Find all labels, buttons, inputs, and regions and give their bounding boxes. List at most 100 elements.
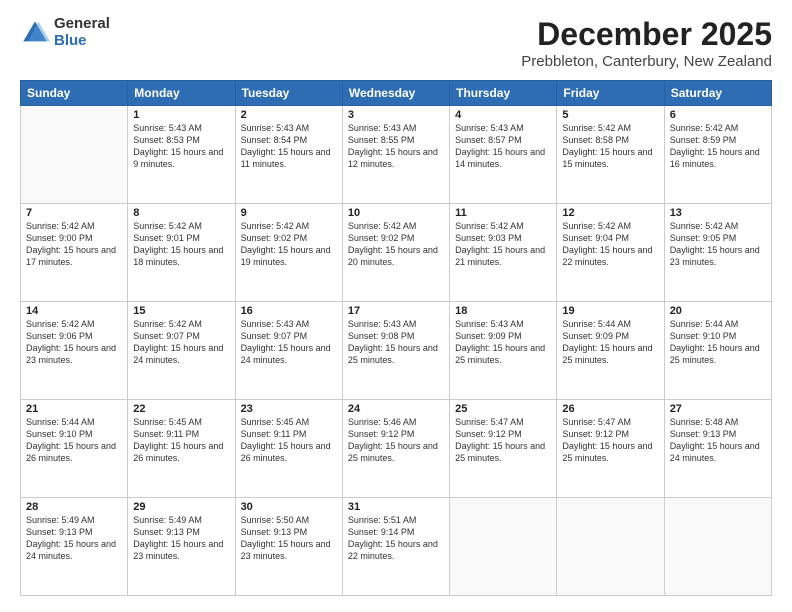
calendar-cell: 16Sunrise: 5:43 AM Sunset: 9:07 PM Dayli… — [235, 302, 342, 400]
cell-info: Sunrise: 5:49 AM Sunset: 9:13 PM Dayligh… — [133, 514, 229, 563]
day-number: 23 — [241, 403, 337, 415]
day-number: 31 — [348, 501, 444, 513]
cell-info: Sunrise: 5:45 AM Sunset: 9:11 PM Dayligh… — [241, 416, 337, 465]
day-number: 29 — [133, 501, 229, 513]
weekday-header-row: Sunday Monday Tuesday Wednesday Thursday… — [21, 81, 772, 106]
cell-info: Sunrise: 5:46 AM Sunset: 9:12 PM Dayligh… — [348, 416, 444, 465]
cell-info: Sunrise: 5:42 AM Sunset: 9:00 PM Dayligh… — [26, 220, 122, 269]
day-number: 22 — [133, 403, 229, 415]
cell-info: Sunrise: 5:44 AM Sunset: 9:09 PM Dayligh… — [562, 318, 658, 367]
calendar-week-row: 28Sunrise: 5:49 AM Sunset: 9:13 PM Dayli… — [21, 498, 772, 596]
day-number: 2 — [241, 109, 337, 121]
day-number: 28 — [26, 501, 122, 513]
location: Prebbleton, Canterbury, New Zealand — [521, 53, 772, 70]
calendar-table: Sunday Monday Tuesday Wednesday Thursday… — [20, 80, 772, 596]
header-monday: Monday — [128, 81, 235, 106]
cell-info: Sunrise: 5:42 AM Sunset: 9:05 PM Dayligh… — [670, 220, 766, 269]
calendar-cell: 13Sunrise: 5:42 AM Sunset: 9:05 PM Dayli… — [664, 204, 771, 302]
title-block: December 2025 Prebbleton, Canterbury, Ne… — [521, 16, 772, 70]
day-number: 9 — [241, 207, 337, 219]
cell-info: Sunrise: 5:43 AM Sunset: 8:55 PM Dayligh… — [348, 122, 444, 171]
month-title: December 2025 — [521, 16, 772, 53]
cell-info: Sunrise: 5:48 AM Sunset: 9:13 PM Dayligh… — [670, 416, 766, 465]
logo-text: General Blue — [54, 16, 110, 49]
calendar-cell: 12Sunrise: 5:42 AM Sunset: 9:04 PM Dayli… — [557, 204, 664, 302]
cell-info: Sunrise: 5:43 AM Sunset: 8:54 PM Dayligh… — [241, 122, 337, 171]
header-friday: Friday — [557, 81, 664, 106]
day-number: 8 — [133, 207, 229, 219]
calendar-cell: 27Sunrise: 5:48 AM Sunset: 9:13 PM Dayli… — [664, 400, 771, 498]
calendar-cell: 24Sunrise: 5:46 AM Sunset: 9:12 PM Dayli… — [342, 400, 449, 498]
cell-info: Sunrise: 5:43 AM Sunset: 9:07 PM Dayligh… — [241, 318, 337, 367]
cell-info: Sunrise: 5:43 AM Sunset: 9:08 PM Dayligh… — [348, 318, 444, 367]
calendar-cell: 11Sunrise: 5:42 AM Sunset: 9:03 PM Dayli… — [450, 204, 557, 302]
calendar-cell: 18Sunrise: 5:43 AM Sunset: 9:09 PM Dayli… — [450, 302, 557, 400]
cell-info: Sunrise: 5:42 AM Sunset: 9:07 PM Dayligh… — [133, 318, 229, 367]
calendar-cell: 15Sunrise: 5:42 AM Sunset: 9:07 PM Dayli… — [128, 302, 235, 400]
cell-info: Sunrise: 5:49 AM Sunset: 9:13 PM Dayligh… — [26, 514, 122, 563]
day-number: 6 — [670, 109, 766, 121]
calendar-cell: 10Sunrise: 5:42 AM Sunset: 9:02 PM Dayli… — [342, 204, 449, 302]
calendar-cell: 5Sunrise: 5:42 AM Sunset: 8:58 PM Daylig… — [557, 106, 664, 204]
day-number: 20 — [670, 305, 766, 317]
day-number: 1 — [133, 109, 229, 121]
calendar-cell: 21Sunrise: 5:44 AM Sunset: 9:10 PM Dayli… — [21, 400, 128, 498]
cell-info: Sunrise: 5:51 AM Sunset: 9:14 PM Dayligh… — [348, 514, 444, 563]
calendar-cell: 8Sunrise: 5:42 AM Sunset: 9:01 PM Daylig… — [128, 204, 235, 302]
calendar-cell — [450, 498, 557, 596]
day-number: 24 — [348, 403, 444, 415]
cell-info: Sunrise: 5:42 AM Sunset: 9:02 PM Dayligh… — [241, 220, 337, 269]
calendar-cell: 22Sunrise: 5:45 AM Sunset: 9:11 PM Dayli… — [128, 400, 235, 498]
day-number: 25 — [455, 403, 551, 415]
day-number: 13 — [670, 207, 766, 219]
day-number: 17 — [348, 305, 444, 317]
cell-info: Sunrise: 5:43 AM Sunset: 8:57 PM Dayligh… — [455, 122, 551, 171]
cell-info: Sunrise: 5:42 AM Sunset: 9:02 PM Dayligh… — [348, 220, 444, 269]
day-number: 21 — [26, 403, 122, 415]
calendar-cell: 9Sunrise: 5:42 AM Sunset: 9:02 PM Daylig… — [235, 204, 342, 302]
logo-icon — [20, 18, 50, 48]
calendar-week-row: 14Sunrise: 5:42 AM Sunset: 9:06 PM Dayli… — [21, 302, 772, 400]
calendar-cell: 20Sunrise: 5:44 AM Sunset: 9:10 PM Dayli… — [664, 302, 771, 400]
calendar-cell — [21, 106, 128, 204]
day-number: 10 — [348, 207, 444, 219]
calendar-cell: 19Sunrise: 5:44 AM Sunset: 9:09 PM Dayli… — [557, 302, 664, 400]
cell-info: Sunrise: 5:44 AM Sunset: 9:10 PM Dayligh… — [670, 318, 766, 367]
day-number: 12 — [562, 207, 658, 219]
day-number: 19 — [562, 305, 658, 317]
header: General Blue December 2025 Prebbleton, C… — [20, 16, 772, 70]
cell-info: Sunrise: 5:42 AM Sunset: 9:04 PM Dayligh… — [562, 220, 658, 269]
calendar-cell: 14Sunrise: 5:42 AM Sunset: 9:06 PM Dayli… — [21, 302, 128, 400]
calendar-cell: 29Sunrise: 5:49 AM Sunset: 9:13 PM Dayli… — [128, 498, 235, 596]
calendar-cell: 3Sunrise: 5:43 AM Sunset: 8:55 PM Daylig… — [342, 106, 449, 204]
day-number: 4 — [455, 109, 551, 121]
calendar-cell: 4Sunrise: 5:43 AM Sunset: 8:57 PM Daylig… — [450, 106, 557, 204]
cell-info: Sunrise: 5:43 AM Sunset: 8:53 PM Dayligh… — [133, 122, 229, 171]
cell-info: Sunrise: 5:45 AM Sunset: 9:11 PM Dayligh… — [133, 416, 229, 465]
calendar-week-row: 1Sunrise: 5:43 AM Sunset: 8:53 PM Daylig… — [21, 106, 772, 204]
day-number: 30 — [241, 501, 337, 513]
calendar-cell — [664, 498, 771, 596]
calendar-cell: 31Sunrise: 5:51 AM Sunset: 9:14 PM Dayli… — [342, 498, 449, 596]
day-number: 7 — [26, 207, 122, 219]
cell-info: Sunrise: 5:42 AM Sunset: 9:06 PM Dayligh… — [26, 318, 122, 367]
cell-info: Sunrise: 5:42 AM Sunset: 8:58 PM Dayligh… — [562, 122, 658, 171]
logo: General Blue — [20, 16, 110, 49]
logo-general: General — [54, 16, 110, 33]
day-number: 14 — [26, 305, 122, 317]
cell-info: Sunrise: 5:44 AM Sunset: 9:10 PM Dayligh… — [26, 416, 122, 465]
header-tuesday: Tuesday — [235, 81, 342, 106]
day-number: 16 — [241, 305, 337, 317]
calendar-week-row: 21Sunrise: 5:44 AM Sunset: 9:10 PM Dayli… — [21, 400, 772, 498]
day-number: 3 — [348, 109, 444, 121]
calendar-week-row: 7Sunrise: 5:42 AM Sunset: 9:00 PM Daylig… — [21, 204, 772, 302]
day-number: 15 — [133, 305, 229, 317]
day-number: 5 — [562, 109, 658, 121]
header-wednesday: Wednesday — [342, 81, 449, 106]
calendar-cell: 2Sunrise: 5:43 AM Sunset: 8:54 PM Daylig… — [235, 106, 342, 204]
logo-blue: Blue — [54, 33, 110, 50]
calendar-cell: 17Sunrise: 5:43 AM Sunset: 9:08 PM Dayli… — [342, 302, 449, 400]
calendar-cell: 25Sunrise: 5:47 AM Sunset: 9:12 PM Dayli… — [450, 400, 557, 498]
calendar-cell: 30Sunrise: 5:50 AM Sunset: 9:13 PM Dayli… — [235, 498, 342, 596]
cell-info: Sunrise: 5:42 AM Sunset: 9:01 PM Dayligh… — [133, 220, 229, 269]
